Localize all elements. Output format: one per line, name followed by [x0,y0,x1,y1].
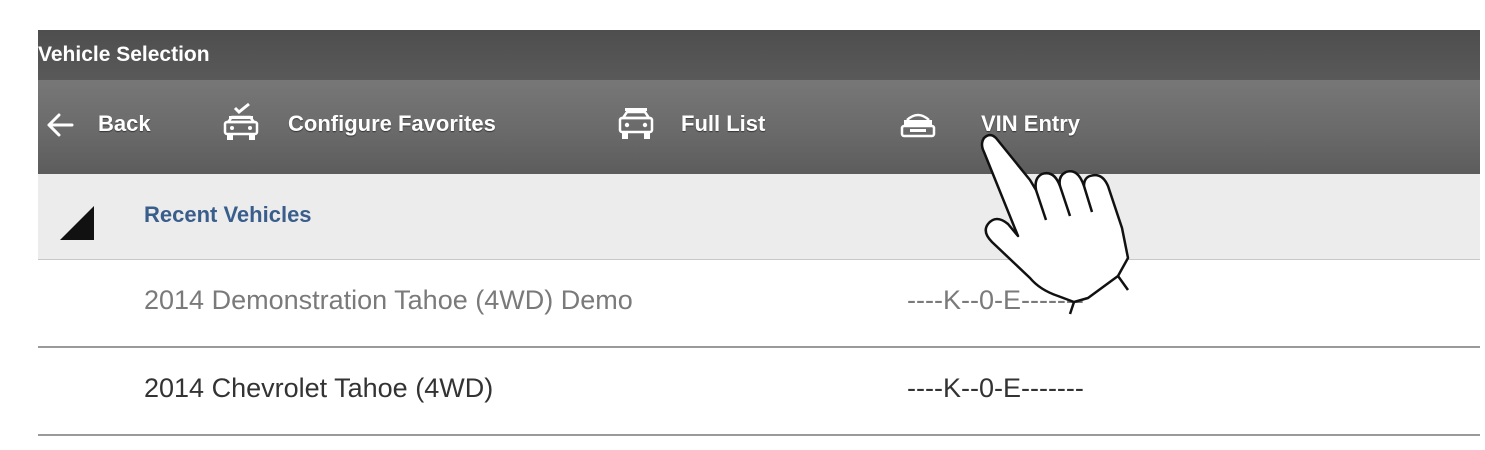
tap-hand-icon [978,128,1138,323]
back-button[interactable]: Back [38,80,151,174]
window-title: Vehicle Selection [38,43,210,66]
collapse-triangle-icon[interactable] [60,206,94,245]
toolbar: Back Configure Favorites Full List VIN E… [38,80,1480,174]
title-bar: Vehicle Selection [38,30,1480,80]
car-front-icon [618,104,654,148]
full-list-label: Full List [681,111,766,136]
full-list-button[interactable]: Full List [618,80,888,174]
configure-favorites-label: Configure Favorites [288,111,496,136]
vehicle-vin: ----K--0-E------- [907,373,1084,403]
recent-vehicles-label: Recent Vehicles [144,202,312,227]
configure-favorites-button[interactable]: Configure Favorites [223,80,613,174]
back-arrow-icon [46,113,74,137]
vin-scanner-icon [900,110,936,140]
vehicle-name: 2014 Chevrolet Tahoe (4WD) [144,373,494,403]
back-label: Back [98,111,151,136]
recent-vehicles-header[interactable]: Recent Vehicles [38,174,1480,260]
vehicle-row-chevrolet[interactable]: 2014 Chevrolet Tahoe (4WD) ----K--0-E---… [38,348,1480,436]
vehicle-selection-window: Vehicle Selection Back Configure Favorit… [38,30,1480,436]
car-checkmark-icon [223,102,259,146]
vehicle-row-demo[interactable]: 2014 Demonstration Tahoe (4WD) Demo ----… [38,260,1480,348]
vehicle-name: 2014 Demonstration Tahoe (4WD) Demo [144,285,633,315]
